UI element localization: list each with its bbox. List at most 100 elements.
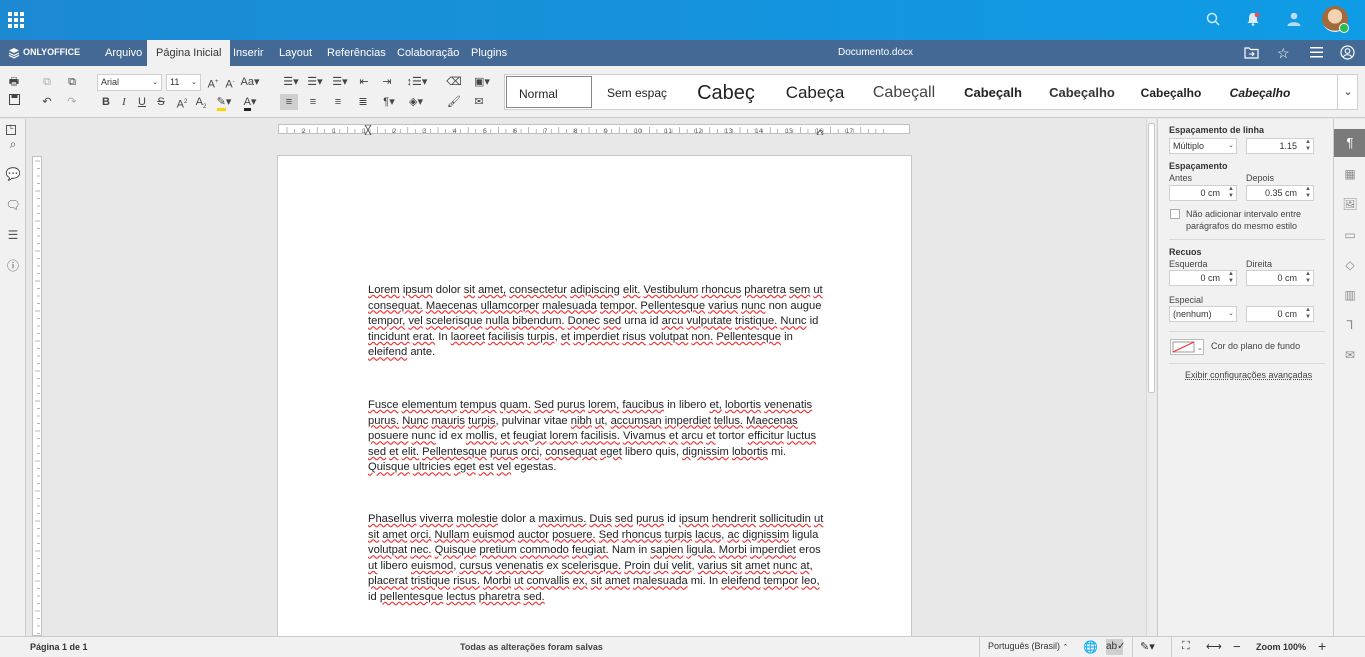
multilevel-list-icon[interactable]: ☰▾ <box>329 74 351 90</box>
fit-page-icon[interactable]: ⛶ <box>1182 640 1190 653</box>
text-art-icon[interactable]: Ꞁ <box>1342 317 1358 333</box>
align-right-icon[interactable]: ≡ <box>329 94 347 110</box>
chat-icon[interactable]: 🗨 <box>5 197 21 213</box>
user-account-icon[interactable] <box>1340 45 1356 61</box>
search-icon[interactable]: ⌕ <box>5 136 21 152</box>
style-normal[interactable]: Normal <box>506 76 592 108</box>
align-left-icon[interactable]: ≡ <box>280 94 298 110</box>
justify-icon[interactable]: ≣ <box>354 94 372 110</box>
indent-right-input[interactable]: 0 cm ▲ ▼ <box>1246 270 1314 286</box>
advanced-settings-link[interactable]: Exibir configurações avançadas <box>1185 370 1312 380</box>
strikethrough-icon[interactable]: S <box>152 94 170 110</box>
style-heading-2[interactable]: Cabeça <box>772 76 858 108</box>
notifications-bell-icon[interactable] <box>1246 12 1262 28</box>
vertical-scrollbar[interactable] <box>1146 119 1156 636</box>
style-heading-7[interactable]: Cabeçalho <box>1217 76 1303 108</box>
font-name-select[interactable]: Arial ⌄ <box>97 74 162 91</box>
underline-icon[interactable]: U <box>133 94 151 110</box>
horizontal-ruler[interactable]: 211234567891011121314151617 <box>278 124 910 135</box>
increase-font-icon[interactable]: A+ <box>204 74 222 91</box>
menu-referencias[interactable]: Referências <box>322 40 391 66</box>
font-color-icon[interactable]: A▾ <box>238 94 262 111</box>
copy-icon[interactable]: ⧉ <box>38 74 56 90</box>
info-icon[interactable]: ⓘ <box>5 258 21 274</box>
track-changes-icon[interactable]: ✎▾ <box>1140 640 1155 653</box>
superscript-icon[interactable]: A2 <box>173 94 191 111</box>
font-size-select[interactable]: 11 ⌄ <box>166 74 201 91</box>
color-scheme-icon[interactable]: ▣▾ <box>470 74 494 90</box>
bold-icon[interactable]: B <box>97 94 115 110</box>
open-file-location-icon[interactable] <box>1244 46 1260 60</box>
avatar[interactable] <box>1322 6 1349 33</box>
line-spacing-mode-select[interactable]: Múltiplo ⌄ <box>1169 138 1237 154</box>
change-case-icon[interactable]: Aa▾ <box>239 74 261 90</box>
subscript-icon[interactable]: A2 <box>192 94 210 110</box>
doc-language-globe-icon[interactable]: 🌐 <box>1083 640 1098 654</box>
special-amount-input[interactable]: 0 cm ▲ ▼ <box>1246 306 1314 322</box>
increase-indent-icon[interactable]: ⇥ <box>378 74 396 90</box>
hamburger-menu-icon[interactable] <box>1310 47 1324 59</box>
paragraph-shading-icon[interactable]: ◈▾ <box>403 94 429 110</box>
header-footer-icon[interactable]: ▭ <box>1342 227 1358 243</box>
page-indicator[interactable]: Página 1 de 1 <box>30 642 88 652</box>
comments-icon[interactable]: 💬 <box>5 166 21 182</box>
clear-style-icon[interactable]: ⌫ <box>445 74 463 90</box>
line-spacing-icon[interactable]: ↕☰▾ <box>405 74 429 90</box>
mail-merge-icon[interactable]: ✉ <box>470 94 488 110</box>
vertical-ruler[interactable] <box>32 156 42 636</box>
apps-grid-icon[interactable] <box>8 12 24 28</box>
save-icon[interactable] <box>5 94 23 110</box>
styles-expand-chevron-icon[interactable]: ⌄ <box>1337 75 1358 109</box>
paragraph-3[interactable]: Phasellus viverra molestie dolor a maxim… <box>368 512 828 606</box>
paragraph-settings-tab[interactable]: ¶ <box>1334 129 1365 157</box>
image-settings-icon[interactable]: 🖼 <box>1342 196 1358 212</box>
zoom-out-icon[interactable]: − <box>1233 639 1241 654</box>
search-icon[interactable] <box>1206 12 1222 28</box>
print-icon[interactable]: 🖶 <box>5 74 23 90</box>
menu-arquivo[interactable]: Arquivo <box>100 40 147 66</box>
background-color-picker[interactable]: ⌄ <box>1170 339 1204 355</box>
shape-settings-icon[interactable]: ◇ <box>1342 257 1358 273</box>
document-page[interactable]: Lorem ipsum dolor sit amet, consectetur … <box>277 155 912 637</box>
table-settings-icon[interactable]: ▦ <box>1342 166 1358 182</box>
numbering-icon[interactable]: ☰▾ <box>305 74 325 90</box>
spell-check-icon[interactable]: ab✓ <box>1106 639 1126 655</box>
style-heading-6[interactable]: Cabeçalho <box>1128 76 1214 108</box>
menu-pagina-inicial[interactable]: Página Inicial <box>147 40 231 66</box>
user-contacts-icon[interactable] <box>1286 12 1302 28</box>
spacing-after-input[interactable]: 0.35 cm ▲ ▼ <box>1246 185 1314 201</box>
spacing-before-input[interactable]: 0 cm ▲ ▼ <box>1169 185 1237 201</box>
scrollbar-thumb[interactable] <box>1148 123 1155 393</box>
navigation-icon[interactable]: ☰ <box>5 227 21 243</box>
chart-settings-icon[interactable]: ▥ <box>1342 287 1358 303</box>
paste-icon[interactable]: ⧉ <box>63 74 81 90</box>
decrease-font-icon[interactable]: A- <box>221 74 239 91</box>
highlight-color-icon[interactable]: ✎▾ <box>212 94 236 111</box>
redo-icon[interactable]: ↷ <box>63 94 81 110</box>
language-select[interactable]: Português (Brasil) ⌃ <box>988 641 1068 651</box>
line-spacing-input[interactable]: 1.15 ▲ ▼ <box>1246 138 1314 154</box>
align-center-icon[interactable]: ≡ <box>304 94 322 110</box>
zoom-in-icon[interactable]: + <box>1318 638 1326 654</box>
nonprinting-chars-icon[interactable]: ¶▾ <box>378 94 400 110</box>
tab-stop-selector-icon[interactable]: └ <box>6 125 16 135</box>
menu-inserir[interactable]: Inserir <box>228 40 269 66</box>
menu-layout[interactable]: Layout <box>274 40 317 66</box>
style-heading-1[interactable]: Cabeç <box>683 76 769 108</box>
undo-icon[interactable]: ↶ <box>38 94 56 110</box>
style-heading-5[interactable]: Cabeçalho <box>1039 76 1125 108</box>
indent-left-input[interactable]: 0 cm ▲ ▼ <box>1169 270 1237 286</box>
italic-icon[interactable]: I <box>115 94 133 110</box>
bullets-icon[interactable]: ☰▾ <box>281 74 301 90</box>
mail-merge-settings-icon[interactable]: ✉ <box>1342 347 1358 363</box>
special-select[interactable]: (nenhum) ⌄ <box>1169 306 1237 322</box>
favorite-star-icon[interactable]: ☆ <box>1277 45 1293 61</box>
paragraph-2[interactable]: Fusce elementum tempus quam. Sed purus l… <box>368 398 828 476</box>
menu-colaboracao[interactable]: Colaboração <box>392 40 464 66</box>
paragraph-1[interactable]: Lorem ipsum dolor sit amet, consectetur … <box>368 283 828 361</box>
fit-width-icon[interactable]: ⟷ <box>1206 640 1222 653</box>
style-heading-4[interactable]: Cabeçalh <box>950 76 1036 108</box>
decrease-indent-icon[interactable]: ⇤ <box>355 74 373 90</box>
style-heading-3[interactable]: Cabeçall <box>861 76 947 108</box>
copy-style-icon[interactable]: 🖌 <box>445 94 463 110</box>
